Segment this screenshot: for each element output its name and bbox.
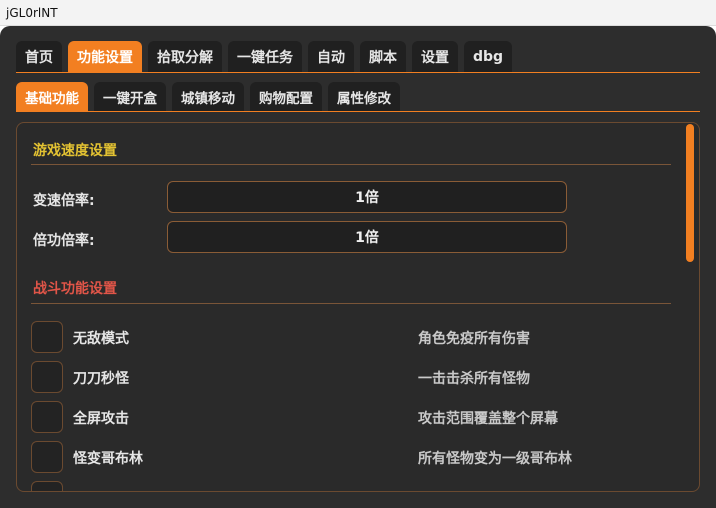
window-title: jGL0rlNT bbox=[6, 6, 58, 20]
section-divider bbox=[31, 164, 671, 165]
combat-option-row-partial bbox=[31, 481, 671, 491]
main-tab-underline bbox=[16, 72, 700, 73]
subtab-attribute-modify[interactable]: 属性修改 bbox=[328, 82, 400, 112]
invincible-checkbox[interactable] bbox=[31, 321, 63, 353]
option-description: 攻击范围覆盖整个屏幕 bbox=[418, 411, 558, 427]
tab-settings[interactable]: 设置 bbox=[412, 41, 458, 73]
tab-one-click-quest[interactable]: 一键任务 bbox=[228, 41, 302, 73]
combat-option-row: 全屏攻击 攻击范围覆盖整个屏幕 bbox=[31, 401, 671, 433]
one-hit-kill-checkbox[interactable] bbox=[31, 361, 63, 393]
app-window: 首页 功能设置 拾取分解 一键任务 自动 脚本 设置 dbg 基础功能 一键开盒… bbox=[0, 26, 716, 508]
fullscreen-attack-checkbox[interactable] bbox=[31, 401, 63, 433]
combat-option-row: 刀刀秒怪 一击击杀所有怪物 bbox=[31, 361, 671, 393]
subtab-town-move[interactable]: 城镇移动 bbox=[172, 82, 244, 112]
option-description: 一击击杀所有怪物 bbox=[418, 371, 530, 387]
option-label: 全屏攻击 bbox=[73, 411, 129, 427]
option-label: 无敌模式 bbox=[73, 331, 129, 347]
option-label: 怪变哥布林 bbox=[73, 451, 143, 467]
sub-tab-bar: 基础功能 一键开盒 城镇移动 购物配置 属性修改 bbox=[16, 82, 400, 112]
subtab-one-click-open-box[interactable]: 一键开盒 bbox=[94, 82, 166, 112]
tab-dbg[interactable]: dbg bbox=[464, 41, 513, 73]
combat-section-title: 战斗功能设置 bbox=[33, 281, 117, 297]
partial-checkbox[interactable] bbox=[31, 481, 63, 491]
option-description: 角色免疫所有伤害 bbox=[418, 331, 530, 347]
tab-script[interactable]: 脚本 bbox=[360, 41, 406, 73]
speed-section-title: 游戏速度设置 bbox=[33, 143, 117, 159]
tab-home[interactable]: 首页 bbox=[16, 41, 62, 73]
speed-multiplier-label: 变速倍率: bbox=[33, 193, 95, 209]
option-label: 刀刀秒怪 bbox=[73, 371, 129, 387]
work-multiplier-label: 倍功倍率: bbox=[33, 233, 95, 249]
combat-option-row: 怪变哥布林 所有怪物变为一级哥布林 bbox=[31, 441, 671, 473]
panel-scrollbar[interactable] bbox=[686, 124, 694, 262]
combat-option-row: 无敌模式 角色免疫所有伤害 bbox=[31, 321, 671, 353]
window-titlebar: jGL0rlNT bbox=[0, 0, 716, 26]
subtab-basic-functions[interactable]: 基础功能 bbox=[16, 82, 88, 112]
option-description: 所有怪物变为一级哥布林 bbox=[418, 451, 572, 467]
main-tab-bar: 首页 功能设置 拾取分解 一键任务 自动 脚本 设置 dbg bbox=[16, 41, 513, 73]
section-divider bbox=[31, 303, 671, 304]
settings-panel: 游戏速度设置 变速倍率: 1倍 倍功倍率: 1倍 战斗功能设置 无敌模式 角色免… bbox=[16, 122, 700, 492]
tab-function-settings[interactable]: 功能设置 bbox=[68, 41, 142, 73]
speed-multiplier-field[interactable]: 1倍 bbox=[167, 181, 567, 213]
work-multiplier-field[interactable]: 1倍 bbox=[167, 221, 567, 253]
subtab-shopping-config[interactable]: 购物配置 bbox=[250, 82, 322, 112]
sub-tab-underline bbox=[16, 111, 700, 112]
tab-pickup-dismantle[interactable]: 拾取分解 bbox=[148, 41, 222, 73]
monster-to-goblin-checkbox[interactable] bbox=[31, 441, 63, 473]
tab-auto[interactable]: 自动 bbox=[308, 41, 354, 73]
